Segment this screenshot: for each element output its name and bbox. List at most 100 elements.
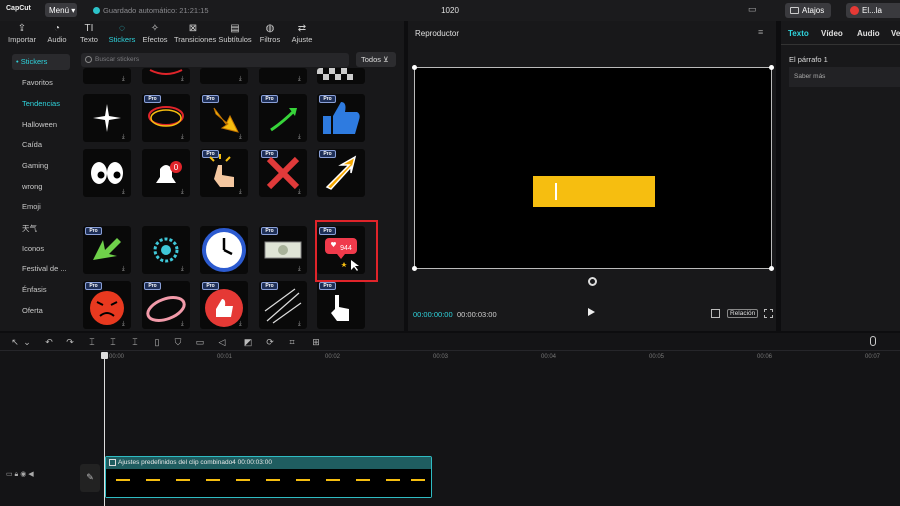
sticker-green-cursor[interactable]: Pro ⤓ [83,226,131,274]
ruler-label: 00:07 [865,354,881,360]
mirror-icon[interactable]: ◩ [243,337,253,347]
thumbnail-bar [176,479,190,481]
chevron-down-icon[interactable]: ⌄ [22,337,32,347]
auto-reframe-icon[interactable]: ⊞ [311,337,321,347]
screenshot-icon[interactable] [711,309,720,318]
rotate-icon[interactable] [588,277,597,286]
time-ruler[interactable]: 00:00 00:01 00:02 00:03 00:04 00:05 00:0… [105,352,900,364]
text-overlay[interactable] [533,176,655,207]
pencil-icon: ✎ [86,472,94,482]
sticker-diagonal-arrow[interactable]: Pro [317,149,365,197]
edit-cover-button[interactable]: ✎ [80,464,100,492]
user-label: El...la [862,6,883,15]
clip-duration: 00:00:03:00 [237,459,272,466]
avatar [850,6,859,15]
player-title: Reproductor [415,29,460,38]
sticker-red-x[interactable]: Pro ⤓ [259,149,307,197]
track-controls[interactable]: ▭ 🔒︎ ◉ ◀︎ [6,470,34,479]
filter-icon: ⊻ [383,55,389,64]
microphone-icon[interactable] [870,336,876,346]
sticker-pink-ring[interactable]: Pro ⤓ [142,281,190,329]
sticker-thumbs-up-round[interactable]: Pro ⤓ [200,281,248,329]
sticker-green-arrow[interactable]: Pro ⤓ [259,94,307,142]
sticker-image [317,68,353,80]
search-icon [85,56,92,63]
paragraph-label: El párrafo 1 [789,55,828,64]
sticker-tile[interactable]: ⤓ [83,68,131,84]
sticker-pointer-hand[interactable]: Pro [317,281,365,329]
play-button[interactable] [588,308,595,316]
sticker-tile[interactable]: ⤓ [200,68,248,84]
sticker-burst[interactable]: ⤓ [142,226,190,274]
resize-handle[interactable] [412,65,417,70]
download-icon: ⤓ [298,266,301,272]
rotate-icon[interactable]: ⟳ [265,337,275,347]
resize-handle[interactable] [412,266,417,271]
download-icon: ⤓ [239,134,242,140]
timeline-clip[interactable]: Ajustes predefinidos del clip combinado4… [105,456,432,498]
inspector-panel: Texto Vídeo Audio Ve El párrafo 1 Saber … [781,21,900,331]
freeze-icon[interactable]: ▭ [195,337,205,347]
select-icon[interactable]: ↖ [10,337,20,347]
thumbnail-bar [326,479,340,481]
diagonal-arrow-icon [325,155,357,190]
ruler-label: 00:03 [433,354,449,360]
thumbs-up-icon [323,102,360,134]
tab-more[interactable]: Ve [891,29,900,38]
sticker-angry-face[interactable]: Pro ⤓ [83,281,131,329]
search-input[interactable]: Buscar stickers [81,53,349,67]
tab-video[interactable]: Vídeo [821,29,843,38]
filter-label: Todos [361,55,382,64]
split-left-icon[interactable]: ⌶ [108,337,118,347]
autosave-status: Guardado automático: 21:21:15 [93,6,209,15]
autosave-text: Guardado automático: 21:21:15 [103,6,209,15]
fullscreen-icon[interactable] [764,309,773,318]
reverse-icon[interactable]: ◁ [217,337,227,347]
sticker-click-hand[interactable]: Pro ⤓ [200,149,248,197]
layout-icon[interactable]: ▭ [748,4,757,15]
sticker-banknote[interactable]: Pro ⤓ [259,226,307,274]
user-button[interactable]: El...la [846,3,900,18]
learn-more-link[interactable]: Saber más [789,67,900,87]
tab-text[interactable]: Texto [788,29,809,38]
ruler-label: 00:01 [217,354,233,360]
split-right-icon[interactable]: ⌶ [130,337,140,347]
delete-icon[interactable]: ▯ [152,337,162,347]
total-time: 00:00:03:00 [457,310,497,319]
sticker-bell[interactable]: 0 ⤓ [142,149,190,197]
playhead[interactable] [104,352,105,506]
split-icon[interactable]: ⌶ [87,337,97,347]
resize-handle[interactable] [769,65,774,70]
filter-dropdown[interactable]: Todos ⊻ [356,52,396,67]
sticker-clock[interactable] [200,226,248,274]
thumbnail-bar [356,479,370,481]
thumbnail-bar [236,479,250,481]
clip-thumbnails [106,469,431,497]
sticker-thumbs-up[interactable]: Pro [317,94,365,142]
autosave-icon [93,7,100,14]
sticker-sparkle[interactable]: ⤓ [83,94,131,142]
redo-icon[interactable]: ↷ [65,337,75,347]
sticker-circle-scribble[interactable]: Pro ⤓ [142,94,190,142]
search-placeholder: Buscar stickers [95,56,140,63]
crop-icon[interactable]: ⌗ [287,337,297,347]
sticker-tile[interactable]: ⤓ [259,68,307,84]
ruler-label: 00:05 [649,354,665,360]
sticker-tile[interactable]: ⤓ [142,68,190,84]
menu-button[interactable]: Menú ▾ [45,3,77,17]
preview-canvas[interactable] [412,65,774,271]
tab-audio[interactable]: Audio [857,29,880,38]
resize-handle[interactable] [769,266,774,271]
ratio-button[interactable]: Relación [727,309,759,318]
undo-icon[interactable]: ↶ [44,337,54,347]
menu-icon[interactable]: ≡ [758,27,763,37]
sticker-eyes[interactable]: ⤓ [83,149,131,197]
sticker-speed-lines[interactable]: Pro ⤓ [259,281,307,329]
shield-icon[interactable]: ⛉ [173,337,183,347]
sticker-tile[interactable] [317,68,365,84]
shortcuts-button[interactable]: Atajos [785,3,831,18]
sticker-down-arrow[interactable]: Pro ⤓ [200,94,248,142]
playhead-handle[interactable] [101,352,108,359]
download-icon: ⤓ [181,76,184,82]
download-icon: ⤓ [181,189,184,195]
